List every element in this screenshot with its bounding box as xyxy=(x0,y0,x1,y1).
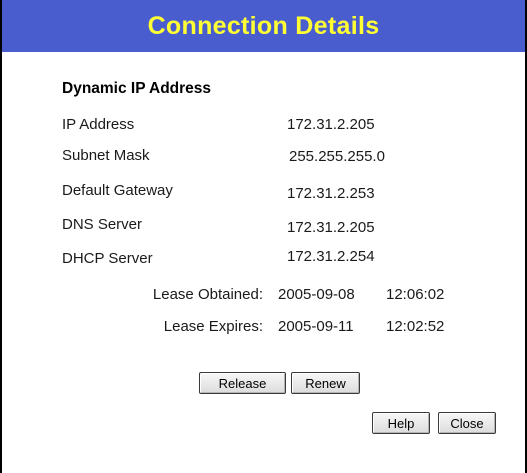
lease-expires-label: Lease Expires: xyxy=(163,318,263,335)
default-gateway-label: Default Gateway xyxy=(62,182,173,199)
default-gateway-value: 172.31.2.253 xyxy=(287,185,375,202)
lease-obtained-time: 12:06:02 xyxy=(386,286,445,303)
ip-address-label: IP Address xyxy=(62,116,135,133)
title-bar: Connection Details xyxy=(2,0,525,52)
dns-server-value: 172.31.2.205 xyxy=(287,219,375,236)
dhcp-server-label: DHCP Server xyxy=(62,250,153,267)
help-button[interactable]: Help xyxy=(372,412,430,434)
subnet-mask-label: Subnet Mask xyxy=(62,147,150,164)
subnet-mask-value: 255.255.255.0 xyxy=(289,148,385,165)
ip-address-value: 172.31.2.205 xyxy=(287,116,375,133)
close-button[interactable]: Close xyxy=(438,412,496,434)
dhcp-server-value: 172.31.2.254 xyxy=(287,248,375,265)
lease-expires-time: 12:02:52 xyxy=(386,318,445,335)
section-heading: Dynamic IP Address xyxy=(62,80,212,97)
lease-expires-date: 2005-09-11 xyxy=(278,318,354,335)
renew-button[interactable]: Renew xyxy=(291,372,360,394)
connection-details-window: Connection Details Dynamic IP Address IP… xyxy=(0,0,527,473)
window-title: Connection Details xyxy=(147,11,380,40)
release-button[interactable]: Release xyxy=(199,372,286,394)
lease-obtained-date: 2005-09-08 xyxy=(278,286,355,303)
dns-server-label: DNS Server xyxy=(62,216,143,233)
lease-obtained-label: Lease Obtained: xyxy=(152,286,263,303)
